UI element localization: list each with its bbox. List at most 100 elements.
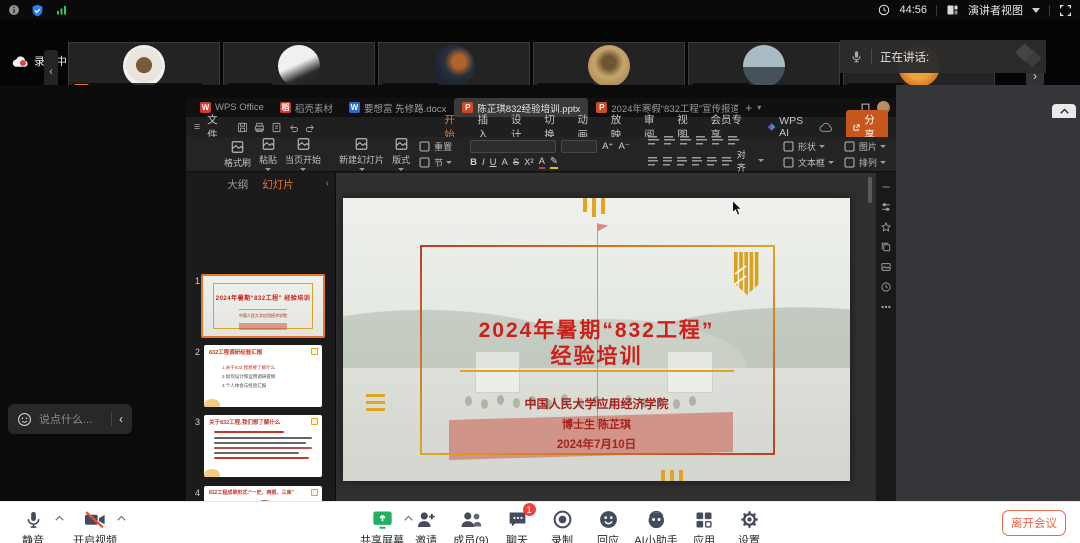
align-format-icon[interactable] [663, 156, 673, 166]
toolbar-label: 共享屏幕 [360, 532, 404, 543]
slide-thumbnail-1[interactable]: 2024年暑期“832工程” 经验培训中国人民大学应用经济学院 [201, 274, 325, 338]
meeting-timer: 44:56 [899, 4, 927, 16]
print-icon[interactable] [254, 122, 265, 133]
shrink-font-button[interactable]: A⁻ [618, 141, 629, 152]
fullscreen-icon[interactable] [1059, 4, 1072, 17]
list-format-icon[interactable] [648, 135, 659, 145]
align-format-icon[interactable] [707, 156, 717, 166]
undo-icon[interactable] [288, 122, 299, 133]
options-chevron-icon[interactable] [55, 515, 64, 521]
leave-meeting-button[interactable]: 离开会议 [1002, 510, 1066, 536]
ribbon-shape-button[interactable]: 形状 [782, 140, 834, 153]
char-a-button[interactable]: A [501, 157, 507, 168]
font-size-dropdown[interactable] [561, 140, 597, 153]
hamburger-icon[interactable]: ≡ [194, 121, 200, 133]
underline-button[interactable]: U [490, 157, 497, 168]
wps-ai-button[interactable]: WPS AI [767, 115, 812, 139]
ribbon-align-button[interactable]: 对齐 [737, 148, 753, 174]
slide-organization: 中国人民大学应用经济学院 [343, 395, 850, 412]
toolbar-share-screen-button[interactable]: 共享屏幕 [360, 507, 404, 543]
react-icon [598, 507, 619, 530]
history-icon[interactable] [880, 281, 892, 293]
slide-thumbnail-4[interactable]: 832工程成果形式:“一史、两报、三库” [204, 486, 322, 501]
more-icon[interactable] [880, 301, 892, 313]
cloud-save-icon[interactable] [819, 122, 833, 133]
wps-document-tab[interactable]: WWPS Office [192, 98, 272, 117]
properties-icon[interactable] [880, 201, 892, 213]
italic-button[interactable]: I [482, 157, 485, 168]
ribbon-layout-button[interactable]: 版式 [392, 137, 410, 171]
slide-thumbnail-3[interactable]: 关于832工程,我们想了解什么 [204, 415, 322, 477]
list-format-icon[interactable] [712, 135, 723, 145]
panel-collapse-icon[interactable]: ‹ [326, 178, 329, 189]
emoji-icon[interactable] [17, 412, 32, 427]
mouse-cursor [732, 200, 743, 216]
participant-avatar [588, 45, 630, 87]
copy-icon[interactable] [880, 241, 892, 253]
align-format-icon[interactable] [692, 156, 702, 166]
toolbar-members-button[interactable]: 成员(9) [453, 507, 488, 543]
align-format-icon[interactable] [648, 156, 658, 166]
align-format-icon[interactable] [722, 156, 732, 166]
ribbon-new-slide-button[interactable]: 新建幻灯片 [339, 137, 384, 171]
toolbar-chat-button[interactable]: 1聊天 [506, 507, 528, 543]
list-format-icon[interactable] [680, 135, 691, 145]
tab-outline[interactable]: 大纲 [227, 177, 248, 192]
collapse-icon[interactable] [880, 181, 892, 193]
ribbon-play-button[interactable]: 当页开始 [285, 137, 321, 171]
strip-collapse-button[interactable] [1052, 104, 1076, 118]
ribbon-paste-button[interactable]: 粘贴 [259, 137, 277, 171]
toolbar-ai-assistant-button[interactable]: AI小助手 [634, 507, 677, 543]
ribbon-arrange-button[interactable]: 排列 [843, 156, 886, 169]
image-tool-icon[interactable] [880, 261, 892, 273]
toolbar-mute-button[interactable]: 静音 [22, 507, 44, 543]
info-icon[interactable] [8, 4, 20, 16]
participant-avatar [123, 45, 165, 87]
list-format-icon[interactable] [728, 135, 739, 145]
toolbar-apps-button[interactable]: 应用 [693, 507, 715, 543]
export-icon[interactable] [271, 122, 282, 133]
options-chevron-icon[interactable] [404, 515, 413, 521]
font-color-button[interactable]: A [539, 156, 545, 169]
slide-thumbnail-2[interactable]: 832工程调研经验汇报1.关于832,我想要了解什么2.如何设计和运用调研提纲3… [204, 345, 322, 407]
ribbon-image-button[interactable]: 图片 [843, 140, 886, 153]
font-name-dropdown[interactable] [470, 140, 556, 153]
participant-avatar [743, 45, 785, 87]
chat-collapse-icon[interactable]: ‹ [119, 412, 123, 426]
toolbar-record-button[interactable]: 录制 [551, 507, 573, 543]
toolbar-react-button[interactable]: 回应 [597, 507, 619, 543]
chevron-down-icon[interactable] [1032, 8, 1040, 13]
favorites-icon[interactable] [880, 221, 892, 233]
view-mode-selector[interactable]: 演讲者视图 [968, 2, 1023, 18]
superscript-button[interactable]: X² [524, 157, 534, 168]
ribbon-brush-button[interactable]: 格式刷 [224, 140, 251, 169]
quick-chat-input[interactable]: 说点什么... ‹ [8, 404, 132, 434]
toolbar-settings-button[interactable]: 设置 [738, 507, 760, 543]
toolbar-camera-button[interactable]: 开启视频 [73, 507, 117, 543]
bold-button[interactable]: B [470, 157, 477, 168]
tab-slides[interactable]: 幻灯片 [262, 177, 294, 192]
redo-icon[interactable] [305, 122, 316, 133]
divider [1049, 5, 1050, 16]
network-signal-icon[interactable] [55, 4, 68, 16]
strikethrough-button[interactable]: S [513, 157, 519, 168]
ribbon-textbox-button[interactable]: 文本框 [782, 156, 834, 169]
wps-document-tab[interactable]: W要想富 先修路.docx [341, 98, 454, 117]
speaking-now-label: 正在讲话: [880, 49, 929, 65]
align-format-icon[interactable] [677, 156, 687, 166]
clock-icon [878, 4, 890, 16]
highlight-color-button[interactable]: ✎ [550, 156, 558, 169]
tab-list-chevron-icon[interactable]: ▾ [757, 103, 761, 112]
toolbar-invite-button[interactable]: 邀请 [415, 507, 437, 543]
save-icon[interactable] [237, 122, 248, 133]
ribbon-section-button[interactable]: 节 [418, 156, 452, 169]
list-format-icon[interactable] [664, 135, 675, 145]
canvas-scrollbar[interactable] [868, 177, 872, 203]
security-shield-icon[interactable] [31, 4, 44, 17]
wps-document-tab[interactable]: 稻稻壳素材 [272, 98, 341, 117]
grow-font-button[interactable]: A⁺ [602, 141, 613, 152]
ribbon-reset-button[interactable]: 重置 [418, 140, 452, 153]
speaking-now-panel: 正在讲话: [840, 40, 1046, 73]
list-format-icon[interactable] [696, 135, 707, 145]
options-chevron-icon[interactable] [117, 515, 126, 521]
